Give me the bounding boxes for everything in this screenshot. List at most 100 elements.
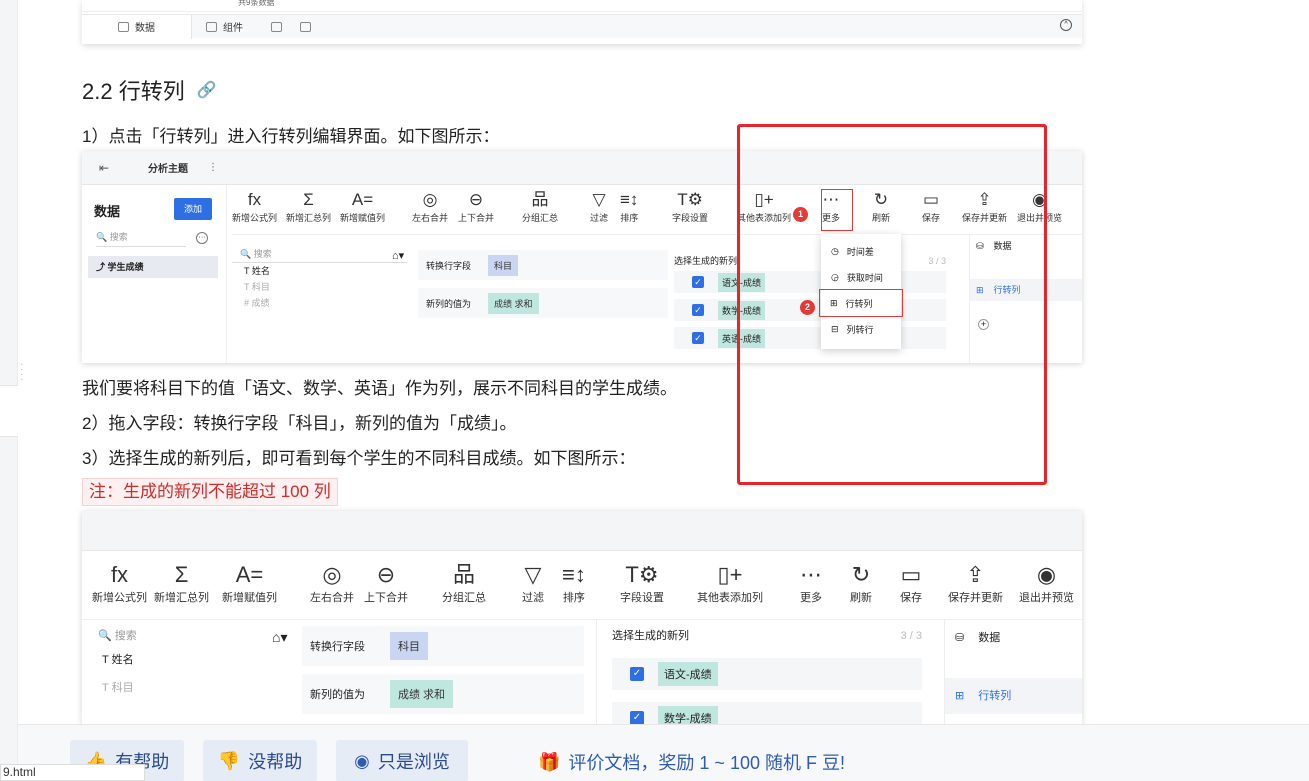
toolbar-button-4[interactable]: ⊖ 上下合并 <box>458 189 494 224</box>
toolbar-button-6[interactable]: ▽ 过滤 <box>522 561 544 605</box>
field-search-input[interactable]: 🔍 搜索 <box>94 626 274 646</box>
not-helpful-button[interactable]: 👎 没帮助 <box>203 740 317 781</box>
tab-data[interactable]: 数据 <box>82 14 192 39</box>
checkbox-checked-icon[interactable]: ✓ <box>692 332 704 344</box>
toolbar-icon: Σ <box>303 190 314 209</box>
toolbar-button-5[interactable]: 品分组汇总 <box>442 561 486 605</box>
toolbar-label: 上下合并 <box>458 213 495 223</box>
field-subject[interactable]: T 科目 <box>94 674 294 702</box>
reward-link[interactable]: 🎁 评价文档，奖励 1 ~ 100 随机 F 豆! <box>538 749 845 775</box>
toolbar-label: 排序 <box>562 592 585 604</box>
home-icon[interactable]: ⌂▾ <box>392 249 404 262</box>
row-to-column-icon: ⊞ <box>955 690 965 702</box>
table-item-student-scores[interactable]: ⤴ 学生成绩 <box>88 256 218 278</box>
toolbar-label: 新增公式列 <box>232 213 278 223</box>
toolbar-button-10[interactable]: ⋯ 更多 <box>800 561 822 605</box>
toolbar-button-2[interactable]: A= 新增赋值列 <box>340 189 385 224</box>
field-name[interactable]: T 姓名 <box>94 646 294 674</box>
toolbar-button-7[interactable]: ≡↕ 排序 <box>620 189 638 224</box>
new-value-pill[interactable]: 成绩 求和 <box>488 292 539 314</box>
back-icon[interactable]: ⇤ <box>82 161 126 175</box>
checkbox-checked-icon[interactable]: ✓ <box>692 304 704 316</box>
toolbar-button-0[interactable]: fx 新增公式列 <box>92 561 147 605</box>
toolbar-icon: fx <box>110 562 129 587</box>
checkbox-checked-icon[interactable]: ✓ <box>630 667 644 681</box>
paragraph-4: 3）选择生成的新列后，即可看到每个学生的不同科目成绩。如下图所示： <box>82 449 636 468</box>
toolbar-icon: T⚙ <box>625 562 659 587</box>
toolbar-button-14[interactable]: ◉ 退出并预览 <box>1019 561 1074 605</box>
toolbar-icon: 品 <box>531 190 549 209</box>
toolbar-label: 上下合并 <box>364 592 408 604</box>
toolbar-label: 新增公式列 <box>92 592 147 604</box>
checkbox-checked-icon[interactable]: ✓ <box>692 276 704 288</box>
toolbar-label: 新增赋值列 <box>340 213 386 223</box>
toolbar-label: 退出并预览 <box>1019 592 1074 604</box>
shot2-new-columns: 选择生成的新列 3 / 3 ✓ 语文-成绩 ✓ 数学-成绩 <box>596 626 922 725</box>
toolbar-icon: 品 <box>452 562 475 587</box>
toolbar-button-12[interactable]: ▭ 保存 <box>900 561 922 605</box>
toolbar-button-11[interactable]: ↻ 刷新 <box>850 561 872 605</box>
top-screenshot: 共9条数据 数据 组件 ^ <box>82 0 1082 44</box>
home-icon[interactable]: ⌂▾ <box>272 629 287 646</box>
link-icon[interactable]: 🔗 <box>197 80 217 100</box>
column-row[interactable]: ✓ 数学-成绩 <box>612 702 922 725</box>
more-vertical-icon[interactable]: ⋮ <box>188 162 218 173</box>
toolbar-button-1[interactable]: Σ 新增汇总列 <box>286 189 331 224</box>
toolbar-label: 左右合并 <box>310 592 354 604</box>
field-subject[interactable]: T 科目 <box>232 279 412 295</box>
field-score[interactable]: # 成绩 <box>232 295 412 311</box>
add-dashboard-icon <box>271 21 282 32</box>
toolbar-button-9[interactable]: ▯+ 其他表添加列 <box>697 561 763 605</box>
more-icon[interactable]: ··· <box>196 232 208 244</box>
checkbox-checked-icon[interactable]: ✓ <box>630 711 644 725</box>
transform-field-row: 转换行字段 科目 <box>418 250 668 280</box>
toolbar-button-3[interactable]: ◎ 左右合并 <box>310 561 354 605</box>
tab-component[interactable]: 组件 <box>192 15 257 39</box>
transform-field-pill[interactable]: 科目 <box>390 632 428 660</box>
toolbar-button-3[interactable]: ◎ 左右合并 <box>412 189 448 224</box>
new-value-row: 新列的值为 成绩 求和 <box>418 288 668 318</box>
new-value-pill[interactable]: 成绩 求和 <box>390 680 454 708</box>
step-data[interactable]: ⛁ 数据 <box>945 620 1082 656</box>
shot2-steps-panel: ⛁ 数据 ⊞ 行转列 <box>944 620 1082 725</box>
search-input[interactable]: 🔍 搜索 <box>96 230 186 247</box>
shot2-toolbar: fx 新增公式列 Σ 新增汇总列 A= 新增赋值列 ◎ 左右合并 ⊖ 上下合并 品分组汇总 ▽ 过滤 ≡↕… <box>82 561 1082 616</box>
drag-handle-icon[interactable]: · · · · <box>20 360 23 385</box>
toolbar-button-4[interactable]: ⊖ 上下合并 <box>364 561 408 605</box>
toolbar-icon: ▭ <box>900 562 922 587</box>
step-row-to-column[interactable]: ⊞ 行转列 <box>945 678 1082 714</box>
shot2-config: 转换行字段 科目 新列的值为 成绩 求和 <box>302 626 584 722</box>
add-button[interactable]: 添加 <box>174 198 212 220</box>
chart-icon <box>206 21 217 32</box>
transform-field-pill[interactable]: 科目 <box>488 254 519 276</box>
toolbar-icon: T⚙ <box>677 190 703 209</box>
annotation-red-frame <box>737 124 1047 485</box>
toolbar-label: 刷新 <box>850 592 872 604</box>
toolbar-button-8[interactable]: T⚙ 字段设置 <box>620 561 664 605</box>
field-name[interactable]: T 姓名 <box>232 263 412 279</box>
toolbar-button-6[interactable]: ▽ 过滤 <box>590 189 608 224</box>
toolbar-button-7[interactable]: ≡↕ 排序 <box>562 561 586 605</box>
feedback-bar: 👍 有帮助 👎 没帮助 ◉ 只是浏览 🎁 评价文档，奖励 1 ~ 100 随机 F 豆! <box>18 724 1309 781</box>
topbar-title: 分析主题 <box>148 164 188 175</box>
toolbar-icon: fx <box>247 190 262 209</box>
toolbar-button-13[interactable]: ⇪ 保存并更新 <box>948 561 1003 605</box>
data-header: 数据 <box>94 204 121 219</box>
toolbar-icon: ▽ <box>592 190 606 209</box>
add-tab[interactable] <box>257 15 325 39</box>
toolbar-label: 字段设置 <box>672 213 709 223</box>
toolbar-button-0[interactable]: fx 新增公式列 <box>232 189 277 224</box>
toolbar-button-2[interactable]: A= 新增赋值列 <box>222 561 277 605</box>
toolbar-icon: ≡↕ <box>562 562 586 587</box>
just-browsing-button[interactable]: ◉ 只是浏览 <box>336 740 468 781</box>
toolbar-button-5[interactable]: 品分组汇总 <box>522 189 558 224</box>
rail-notch[interactable] <box>0 385 18 437</box>
transform-field-row: 转换行字段 科目 <box>302 626 584 666</box>
field-search-input[interactable]: 🔍 搜索 <box>232 245 407 263</box>
eye-icon: ◉ <box>354 750 370 771</box>
toolbar-button-1[interactable]: Σ 新增汇总列 <box>154 561 209 605</box>
collapse-icon[interactable]: ^ <box>1060 19 1072 31</box>
shot1-config: 转换行字段 科目 新列的值为 成绩 求和 <box>418 250 668 326</box>
column-row[interactable]: ✓ 语文-成绩 <box>612 658 922 690</box>
toolbar-button-8[interactable]: T⚙ 字段设置 <box>672 189 708 224</box>
